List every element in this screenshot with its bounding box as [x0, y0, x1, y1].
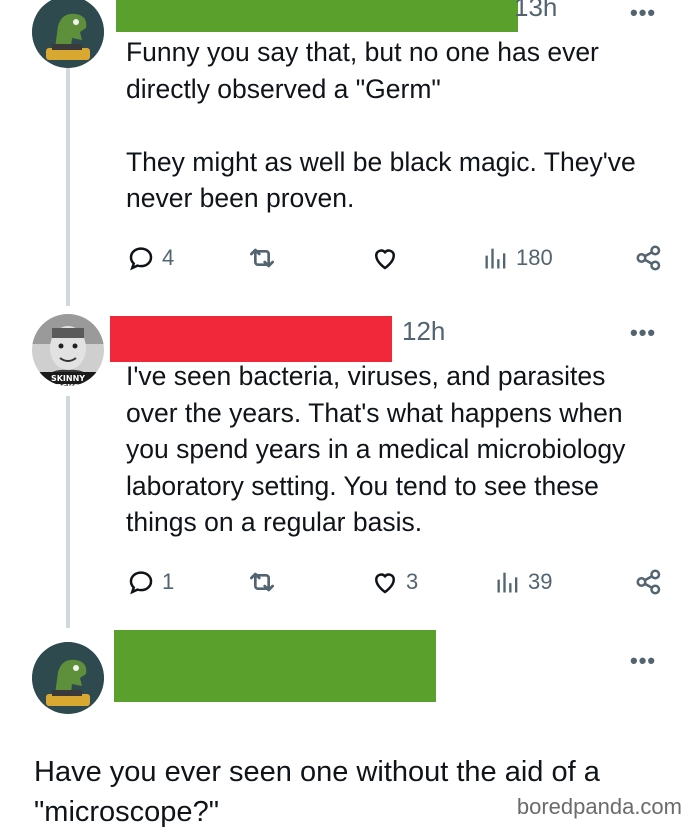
- thread-line: [66, 68, 70, 306]
- tweet-actions: 1 3 39: [126, 562, 671, 602]
- heart-icon: [374, 249, 396, 270]
- redacted-username: [116, 0, 518, 32]
- reply-count: 1: [162, 569, 175, 594]
- tweet-actions: 4 180: [126, 238, 671, 278]
- share-icon: [636, 245, 661, 271]
- tweet-text: Funny you say that, but no one has ever …: [126, 37, 636, 213]
- reply-button[interactable]: 1: [126, 562, 174, 602]
- share-button[interactable]: [634, 238, 664, 278]
- share-button[interactable]: [634, 562, 664, 602]
- reply-button[interactable]: 4: [126, 238, 174, 278]
- retweet-icon: [250, 248, 274, 268]
- tweet-text: Have you ever seen one without the aid o…: [34, 756, 600, 828]
- dinosaur-avatar[interactable]: [32, 642, 104, 714]
- like-button[interactable]: 3: [370, 562, 418, 602]
- more-options-icon[interactable]: •••: [630, 320, 656, 346]
- view-count: 39: [528, 569, 553, 594]
- more-options-icon[interactable]: •••: [630, 0, 656, 26]
- like-button[interactable]: [370, 238, 400, 278]
- dinosaur-avatar[interactable]: [32, 0, 104, 68]
- view-count: 180: [516, 245, 553, 270]
- watermark: boredpanda.com: [516, 794, 682, 819]
- tweet-text: I've seen bacteria, viruses, and parasit…: [126, 361, 626, 537]
- more-options-icon[interactable]: •••: [630, 648, 656, 674]
- reply-icon: [129, 571, 153, 595]
- views-button[interactable]: 180: [482, 238, 553, 278]
- retweet-button[interactable]: [246, 238, 278, 278]
- avatar-caption: SKINNY RECKON: [50, 374, 87, 386]
- man-portrait-avatar[interactable]: SKINNY RECKON: [32, 314, 104, 386]
- tweet-thread: 13h ••• Funny you say that, but no one h…: [0, 0, 700, 828]
- reply-icon: [129, 247, 153, 271]
- redacted-username: [110, 316, 392, 362]
- tweet-timestamp[interactable]: 13h: [514, 0, 557, 23]
- redacted-username: [114, 630, 436, 702]
- share-icon: [636, 569, 661, 595]
- like-count: 3: [406, 569, 419, 594]
- views-icon: [497, 572, 518, 593]
- thread-line: [66, 396, 70, 628]
- heart-icon: [374, 573, 396, 594]
- reply-count: 4: [162, 245, 175, 270]
- views-button[interactable]: 39: [494, 562, 552, 602]
- retweet-icon: [250, 572, 274, 592]
- tweet-timestamp[interactable]: 12h: [402, 316, 445, 347]
- views-icon: [485, 248, 506, 269]
- retweet-button[interactable]: [246, 562, 278, 602]
